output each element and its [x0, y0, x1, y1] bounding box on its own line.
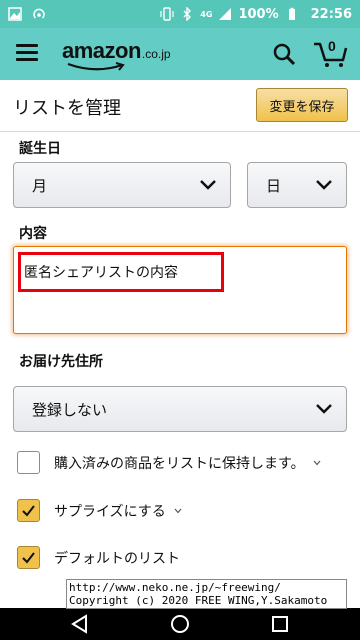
status-bar: 4G 100% 22:56	[0, 0, 360, 28]
chevron-down-icon[interactable]	[313, 460, 321, 466]
content-label: 内容	[19, 226, 47, 242]
network-type: 4G	[200, 9, 213, 19]
month-select[interactable]: 月	[13, 162, 231, 208]
content-text: 匿名シェアリストの内容	[24, 265, 178, 281]
app-header: amazon.co.jp 0	[0, 28, 360, 80]
day-select[interactable]: 日	[247, 162, 347, 208]
vibrate-icon	[160, 7, 174, 21]
shipping-address-select[interactable]: 登録しない	[13, 386, 347, 432]
day-select-value: 日	[266, 176, 282, 195]
clock: 22:56	[310, 6, 352, 22]
bluetooth-icon	[183, 7, 192, 21]
surprise-checkbox[interactable]	[17, 499, 40, 522]
chevron-down-icon	[316, 404, 332, 414]
back-icon[interactable]	[68, 612, 92, 636]
checkmark-icon	[22, 505, 35, 517]
android-nav-bar	[0, 608, 360, 640]
copyright-watermark: http://www.neko.ne.jp/~freewing/ Copyrig…	[66, 579, 347, 609]
chevron-down-icon[interactable]	[174, 508, 182, 514]
keep-purchased-row[interactable]: 購入済みの商品をリストに保持します。	[17, 451, 321, 474]
content-textarea[interactable]: 匿名シェアリストの内容	[13, 246, 347, 334]
save-button[interactable]: 変更を保存	[256, 88, 348, 122]
cart-button[interactable]: 0	[312, 38, 348, 68]
chevron-down-icon	[200, 180, 216, 190]
cart-count: 0	[328, 38, 336, 54]
surprise-label: サプライズにする	[54, 503, 166, 520]
gallery-icon	[8, 7, 22, 21]
watermark-copyright: Copyright (c) 2020 FREE WING,Y.Sakamoto	[69, 594, 328, 607]
shipping-label: お届け先住所	[19, 354, 103, 370]
keep-purchased-checkbox[interactable]	[17, 451, 40, 474]
surprise-row[interactable]: サプライズにする	[17, 499, 182, 522]
default-list-checkbox[interactable]	[17, 546, 40, 569]
page-title: リストを管理	[13, 98, 121, 119]
hamburger-menu-icon[interactable]	[16, 44, 38, 62]
month-select-value: 月	[32, 176, 48, 195]
battery-percent: 100%	[238, 6, 279, 22]
search-icon[interactable]	[272, 42, 296, 66]
birthday-label: 誕生日	[19, 141, 61, 157]
checkmark-icon	[22, 552, 35, 564]
logo-suffix: .co.jp	[141, 47, 171, 61]
default-list-row[interactable]: デフォルトのリスト	[17, 546, 180, 569]
amazon-logo[interactable]: amazon.co.jp	[62, 38, 171, 71]
default-list-label: デフォルトのリスト	[54, 550, 180, 567]
watermark-url: http://www.neko.ne.jp/~freewing/	[69, 581, 281, 594]
logo-word: amazon	[62, 38, 141, 63]
keep-purchased-label: 購入済みの商品をリストに保持します。	[54, 455, 305, 472]
signal-icon	[219, 8, 232, 20]
title-bar: リストを管理 変更を保存	[0, 80, 360, 132]
chevron-down-icon	[316, 180, 332, 190]
recent-apps-icon[interactable]	[268, 612, 292, 636]
home-icon[interactable]	[168, 612, 192, 636]
smile-arrow-icon	[67, 62, 125, 71]
hotspot-icon	[33, 8, 45, 19]
battery-icon	[288, 7, 295, 20]
shipping-select-value: 登録しない	[32, 400, 108, 419]
